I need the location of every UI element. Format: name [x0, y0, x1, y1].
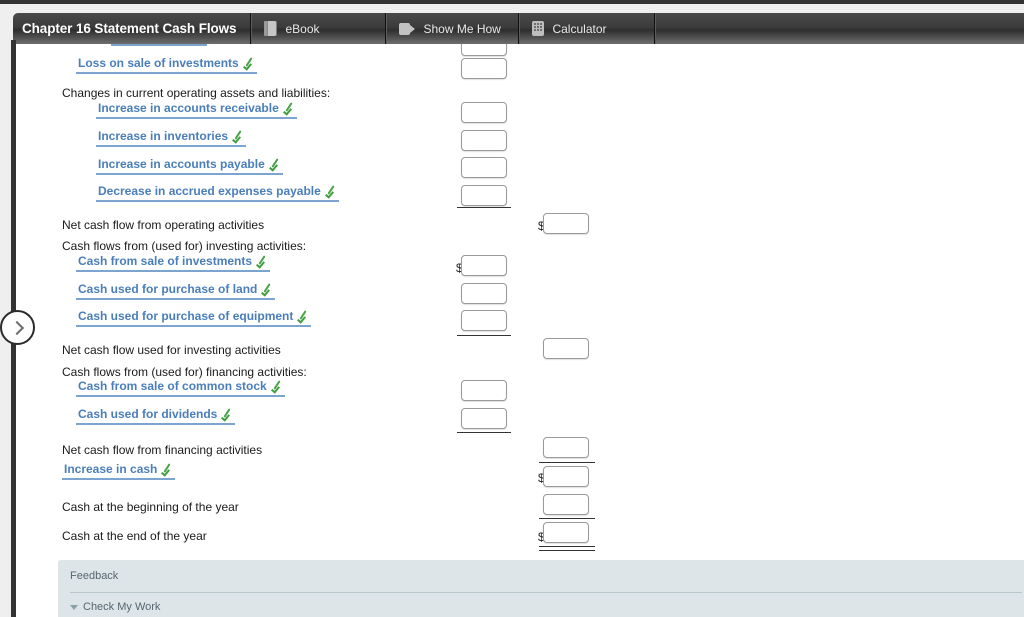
input-increase-inventories[interactable]: [461, 130, 507, 151]
panel-expand-button[interactable]: [0, 310, 35, 345]
subtotal-rule-investing: [457, 335, 511, 336]
label-cash-beginning-of-year: Cash at the beginning of the year: [62, 500, 239, 514]
window-light-strip: [0, 4, 1024, 13]
picklist-label: Increase in inventories: [98, 129, 229, 143]
picklist-label: Increase in accounts payable: [98, 157, 265, 171]
tab-calculator[interactable]: Calculator: [519, 13, 656, 44]
subtotal-rule-operating: [457, 207, 511, 208]
picklist-increase-in-accounts-payable[interactable]: Increase in accounts payable: [96, 157, 283, 175]
picklist-decrease-in-accrued-expenses-payable[interactable]: Decrease in accrued expenses payable: [96, 184, 339, 202]
picklist-loss-on-sale-of-investments[interactable]: Loss on sale of investments: [76, 56, 257, 74]
picklist-label: Cash used for purchase of equipment: [78, 309, 294, 323]
check-icon: [257, 256, 268, 267]
picklist-cash-used-for-dividends[interactable]: Cash used for dividends: [76, 407, 236, 425]
label-changes-in-current-operating: Changes in current operating assets and …: [62, 86, 331, 100]
label-financing-activities-header: Cash flows from (used for) financing act…: [62, 365, 307, 379]
picklist-cash-from-sale-of-common-stock[interactable]: Cash from sale of common stock: [76, 379, 285, 397]
assignment-title: Chapter 16 Statement Cash Flows: [13, 13, 252, 44]
check-icon: [326, 186, 337, 197]
check-icon: [222, 409, 233, 420]
tab-ebook-label: eBook: [285, 21, 320, 36]
assignment-toolbar: Chapter 16 Statement Cash Flows eBook Sh…: [13, 13, 1024, 44]
label-net-cash-flow-operating: Net cash flow from operating activities: [62, 218, 265, 232]
picklist-cash-used-for-purchase-of-equipment[interactable]: Cash used for purchase of equipment: [76, 309, 312, 327]
video-camera-icon: [399, 22, 416, 35]
check-icon: [244, 58, 255, 69]
input-cash-end-of-year[interactable]: [543, 522, 589, 543]
input-cash-used-for-dividends[interactable]: [461, 408, 507, 429]
input-cash-purchase-of-equipment[interactable]: [461, 310, 507, 331]
input-increase-accounts-receivable[interactable]: [461, 102, 507, 123]
tab-show-me-how[interactable]: Show Me How: [386, 13, 520, 44]
calculator-icon: [532, 21, 545, 36]
picklist-label: Cash from sale of common stock: [78, 379, 267, 393]
picklist-cash-from-sale-of-investments[interactable]: Cash from sale of investments: [76, 254, 271, 272]
picklist-label: Cash used for dividends: [78, 407, 218, 421]
picklist-label: Cash used for purchase of land: [78, 282, 258, 296]
worksheet-page: Loss on sale of investments Changes in c…: [13, 44, 1024, 617]
subtotal-rule-net-financing: [539, 462, 595, 463]
label-net-cash-flow-investing: Net cash flow used for investing activit…: [62, 343, 281, 357]
picklist-increase-in-inventories[interactable]: Increase in inventories: [96, 129, 247, 147]
check-icon: [270, 159, 281, 170]
toolbar-filler: [655, 13, 1024, 44]
check-my-work-label: Check My Work: [83, 601, 161, 613]
grand-total-double-rule: [539, 546, 595, 551]
tab-show-me-how-label: Show Me How: [423, 21, 501, 36]
input-net-cash-flow-investing[interactable]: [543, 338, 589, 359]
picklist-label: Decrease in accrued expenses payable: [98, 184, 321, 198]
triangle-down-icon: [70, 604, 78, 610]
input-loss-on-sale-of-investments[interactable]: [461, 58, 507, 79]
feedback-divider: [70, 592, 1022, 593]
input-cash-beginning-of-year[interactable]: [543, 494, 589, 515]
check-icon: [284, 103, 295, 114]
input-cash-purchase-of-land[interactable]: [461, 283, 507, 304]
check-icon: [162, 464, 173, 475]
subtotal-rule-cash-beginning: [539, 518, 595, 519]
label-net-cash-flow-financing: Net cash flow from financing activities: [62, 443, 263, 457]
input-cash-from-sale-common-stock[interactable]: [461, 380, 507, 401]
application-window: Chapter 16 Statement Cash Flows eBook Sh…: [0, 0, 1024, 617]
check-icon: [298, 311, 309, 322]
picklist-label: Increase in accounts receivable: [98, 101, 279, 115]
feedback-title: Feedback: [70, 570, 119, 582]
tab-ebook[interactable]: eBook: [251, 13, 387, 44]
label-investing-activities-header: Cash flows from (used for) investing act…: [62, 239, 307, 253]
input-decrease-accrued-expenses-payable[interactable]: [461, 185, 507, 206]
check-icon: [262, 284, 273, 295]
subtotal-rule-financing: [457, 432, 511, 433]
input-increase-accounts-payable[interactable]: [461, 157, 507, 178]
input-net-cash-flow-operating[interactable]: [543, 213, 589, 234]
check-icon: [233, 131, 244, 142]
clipped-row-underline: [111, 44, 207, 46]
picklist-cash-used-for-purchase-of-land[interactable]: Cash used for purchase of land: [76, 282, 276, 300]
picklist-label: Increase in cash: [64, 462, 158, 476]
input-cash-from-sale-of-investments[interactable]: [461, 255, 507, 276]
feedback-panel: Feedback Check My Work: [58, 560, 1024, 617]
picklist-label: Cash from sale of investments: [78, 254, 253, 268]
tab-calculator-label: Calculator: [552, 21, 607, 36]
book-icon: [264, 21, 278, 36]
input-increase-in-cash[interactable]: [543, 466, 589, 487]
picklist-label: Loss on sale of investments: [78, 56, 239, 70]
picklist-increase-in-cash[interactable]: Increase in cash: [62, 462, 176, 480]
input-clipped-row[interactable]: [461, 44, 507, 56]
chevron-right-icon: [9, 320, 24, 335]
check-my-work-toggle[interactable]: Check My Work: [70, 601, 160, 613]
check-icon: [272, 381, 283, 392]
input-net-cash-flow-financing[interactable]: [543, 437, 589, 458]
label-cash-end-of-year: Cash at the end of the year: [62, 529, 207, 543]
picklist-increase-in-accounts-receivable[interactable]: Increase in accounts receivable: [96, 101, 297, 119]
